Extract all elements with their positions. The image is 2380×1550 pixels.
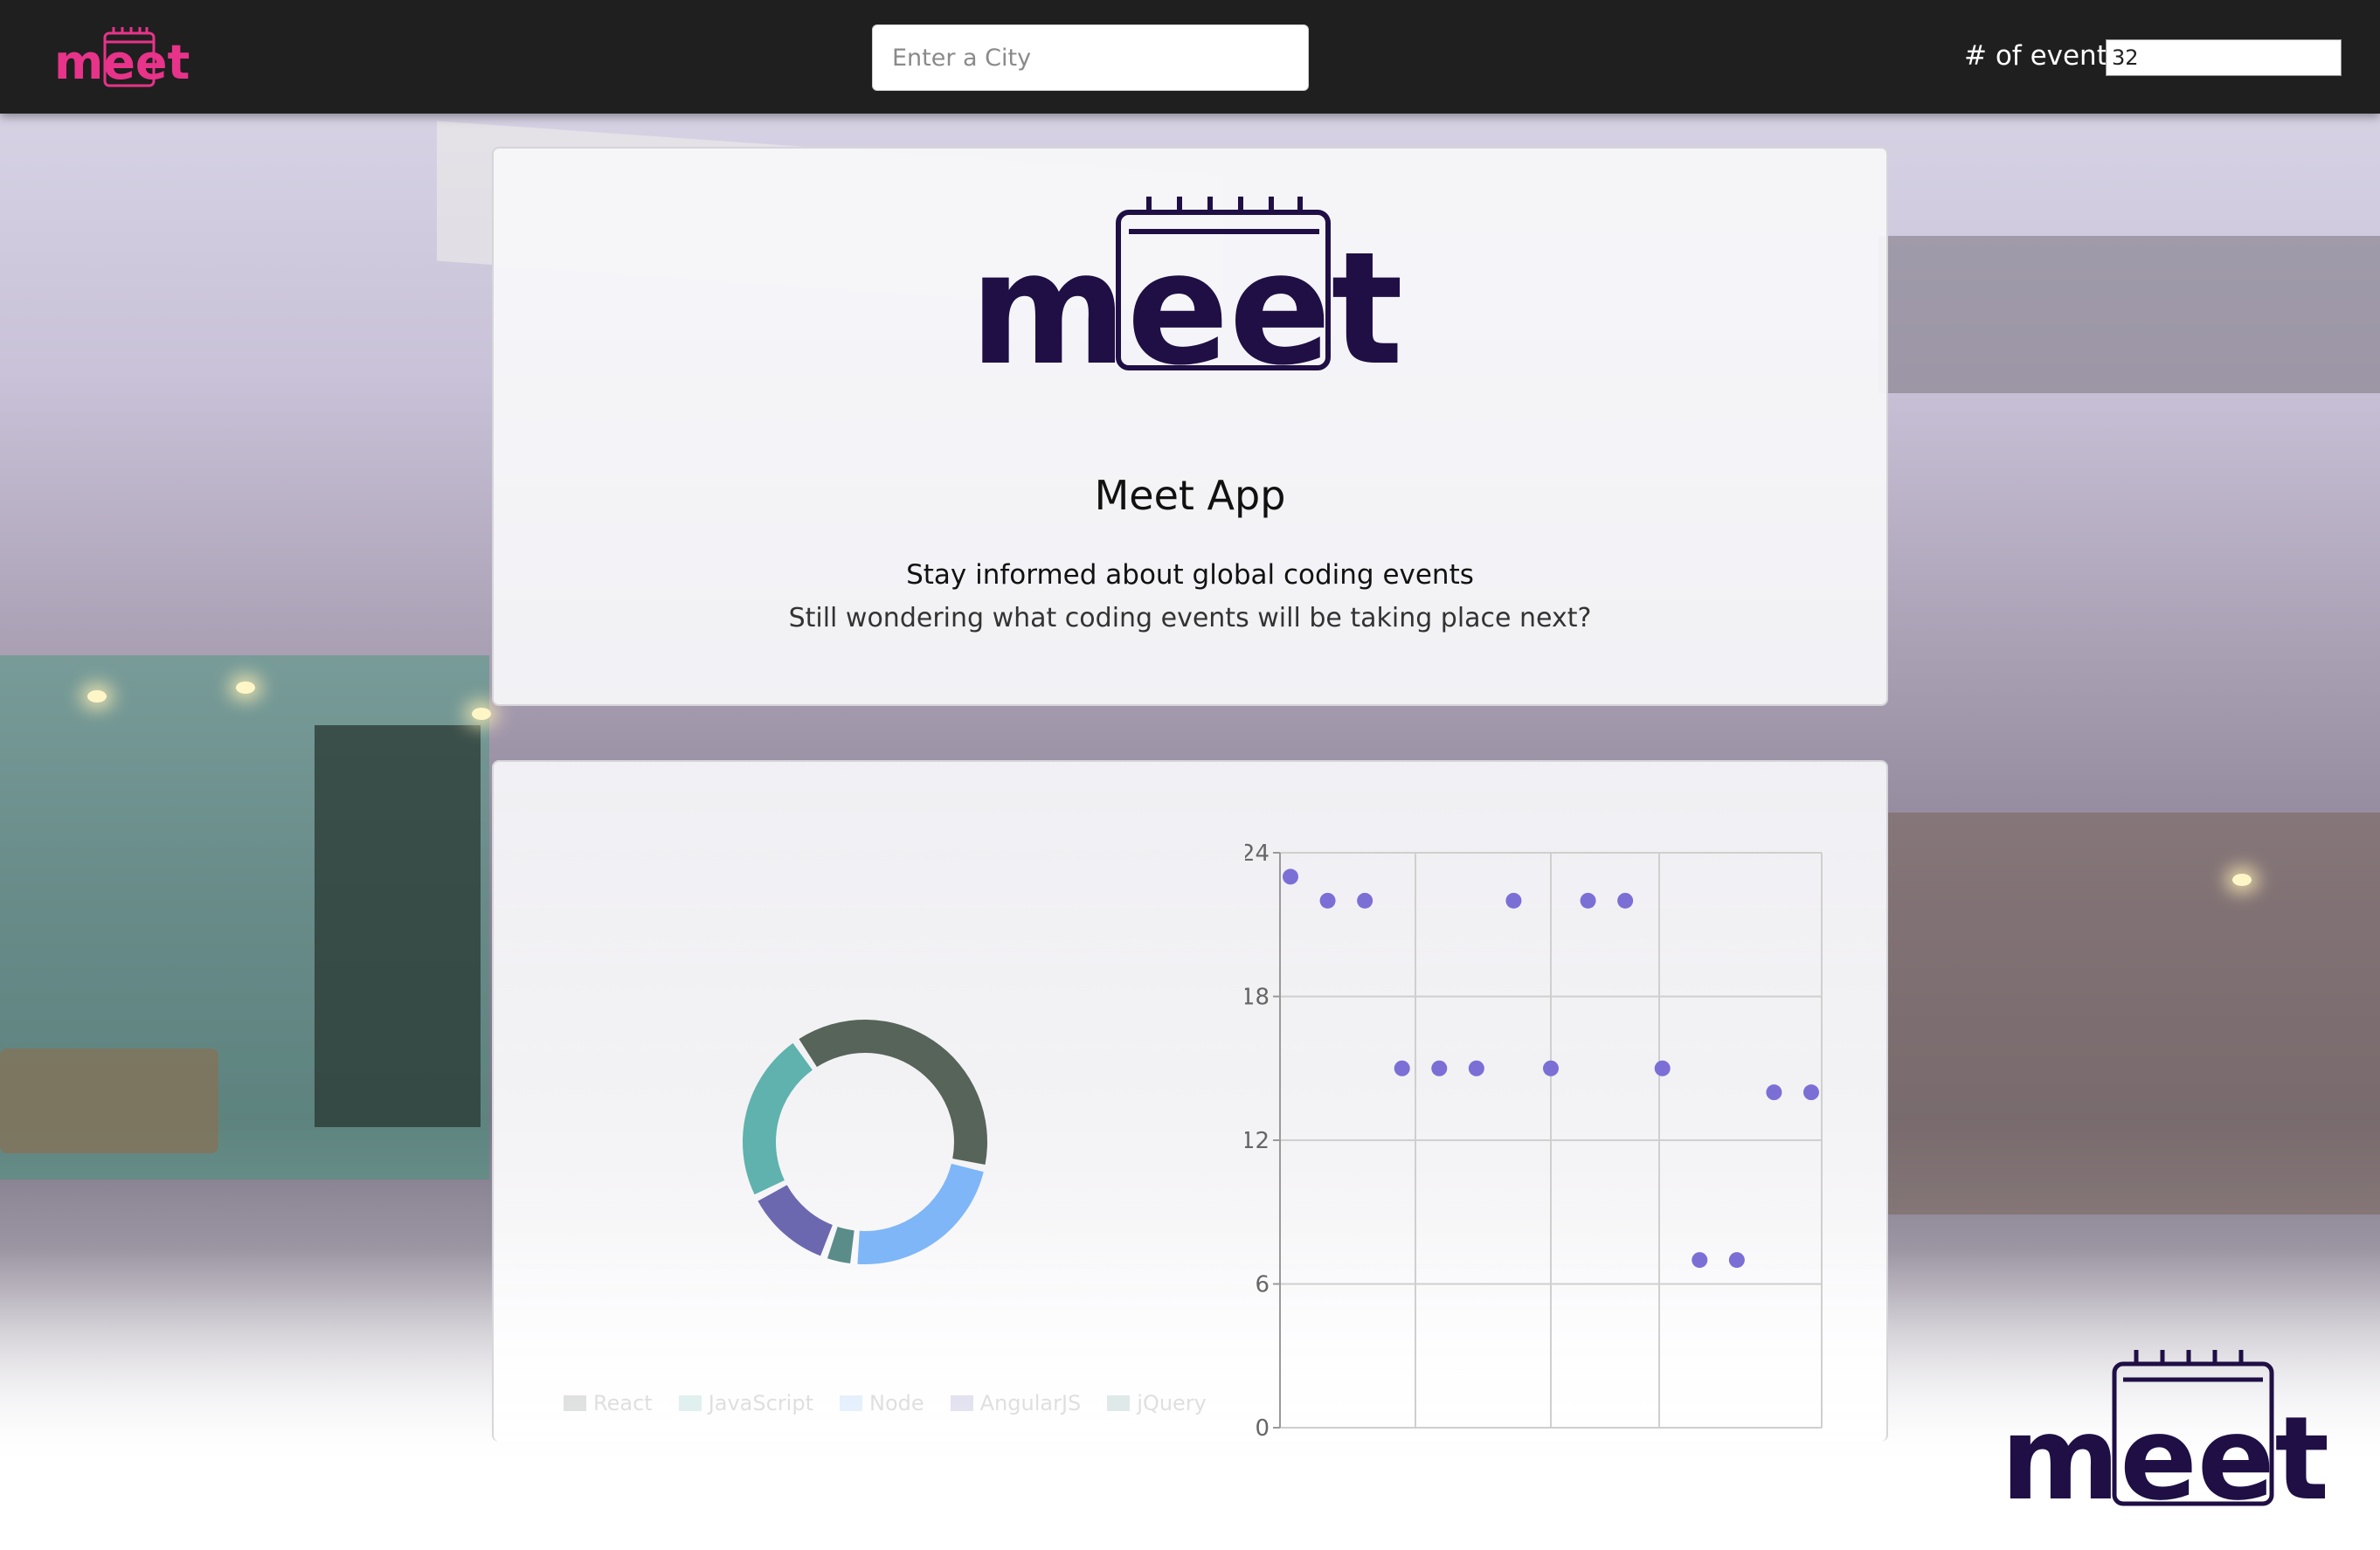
legend-swatch [678,1395,702,1411]
donut-legend: React JavaScript Node AngularJS jQuery [564,1391,1207,1415]
scatter-point [1394,1060,1410,1076]
legend-swatch [840,1395,862,1411]
hero-logo: meet [970,197,1403,371]
background-lamp [472,708,491,720]
legend-item[interactable]: React [564,1391,653,1415]
top-navbar: meet # of events [0,0,2380,114]
legend-swatch [1107,1395,1131,1411]
legend-label: jQuery [1137,1391,1207,1415]
nav-logo[interactable]: meet [52,24,201,91]
legend-item[interactable]: AngularJS [950,1391,1082,1415]
donut-slice [827,1227,854,1263]
legend-swatch [564,1395,586,1411]
scatter-point [1505,892,1522,909]
legend-label: AngularJS [979,1391,1082,1415]
scatter-point [1654,1060,1671,1076]
background-lamp [236,682,255,694]
app-title: Meet App [1094,472,1286,519]
hero-card: meet Meet App Stay informed about global… [492,147,1888,706]
scatter-point [1543,1060,1559,1076]
background-wall [1887,813,2380,1214]
scatter-point [1617,892,1634,909]
nav-logo-text: meet [54,35,190,90]
number-of-events-label: # of events [1964,40,2122,72]
scatter-point [1468,1060,1484,1076]
scatter-point [1692,1252,1708,1269]
legend-label: JavaScript [708,1391,813,1415]
scatter-point [1728,1252,1745,1269]
donut-slice [758,1185,833,1256]
number-of-events-input[interactable] [2106,39,2342,76]
scatter-point [1319,892,1336,909]
scatter-point [1357,892,1373,909]
legend-item[interactable]: Node [840,1391,924,1415]
scatter-ytick-label: 12 [1245,1128,1270,1154]
background-lamp [2232,874,2252,886]
legend-item[interactable]: JavaScript [678,1391,813,1415]
genre-donut-chart [743,1020,987,1264]
scatter-ytick-label: 18 [1245,985,1270,1011]
donut-slice [857,1163,984,1264]
corner-logo-text: meet [2001,1392,2329,1507]
hero-logo-text: meet [970,218,1403,371]
scatter-point [1431,1060,1448,1076]
legend-label: React [593,1391,653,1415]
donut-slice [799,1020,987,1166]
scatter-ytick-label: 6 [1255,1272,1270,1298]
scatter-point [1766,1084,1782,1101]
app-subline: Still wondering what coding events will … [788,603,1592,633]
donut-slice [743,1042,813,1195]
scatter-point [1803,1084,1819,1101]
legend-item[interactable]: jQuery [1107,1391,1207,1415]
legend-label: Node [869,1391,924,1415]
corner-logo: meet [2001,1350,2329,1507]
background-lamp [87,690,107,702]
background-bench [0,1048,218,1153]
background-roof [1878,236,2380,393]
scatter-ytick-label: 24 [1245,841,1270,867]
legend-swatch [950,1395,973,1411]
city-search-input[interactable] [872,24,1309,91]
scatter-point [1283,868,1298,885]
charts-card: React JavaScript Node AngularJS jQuery 0 6 12 1… [492,760,1888,1442]
background-menu-board [315,725,481,1127]
scatter-point [1580,892,1596,909]
app-tagline: Stay informed about global coding events [906,559,1474,591]
events-scatter-chart: 0 6 12 18 24 [1245,841,1823,1442]
scatter-ytick-label: 0 [1255,1415,1270,1442]
